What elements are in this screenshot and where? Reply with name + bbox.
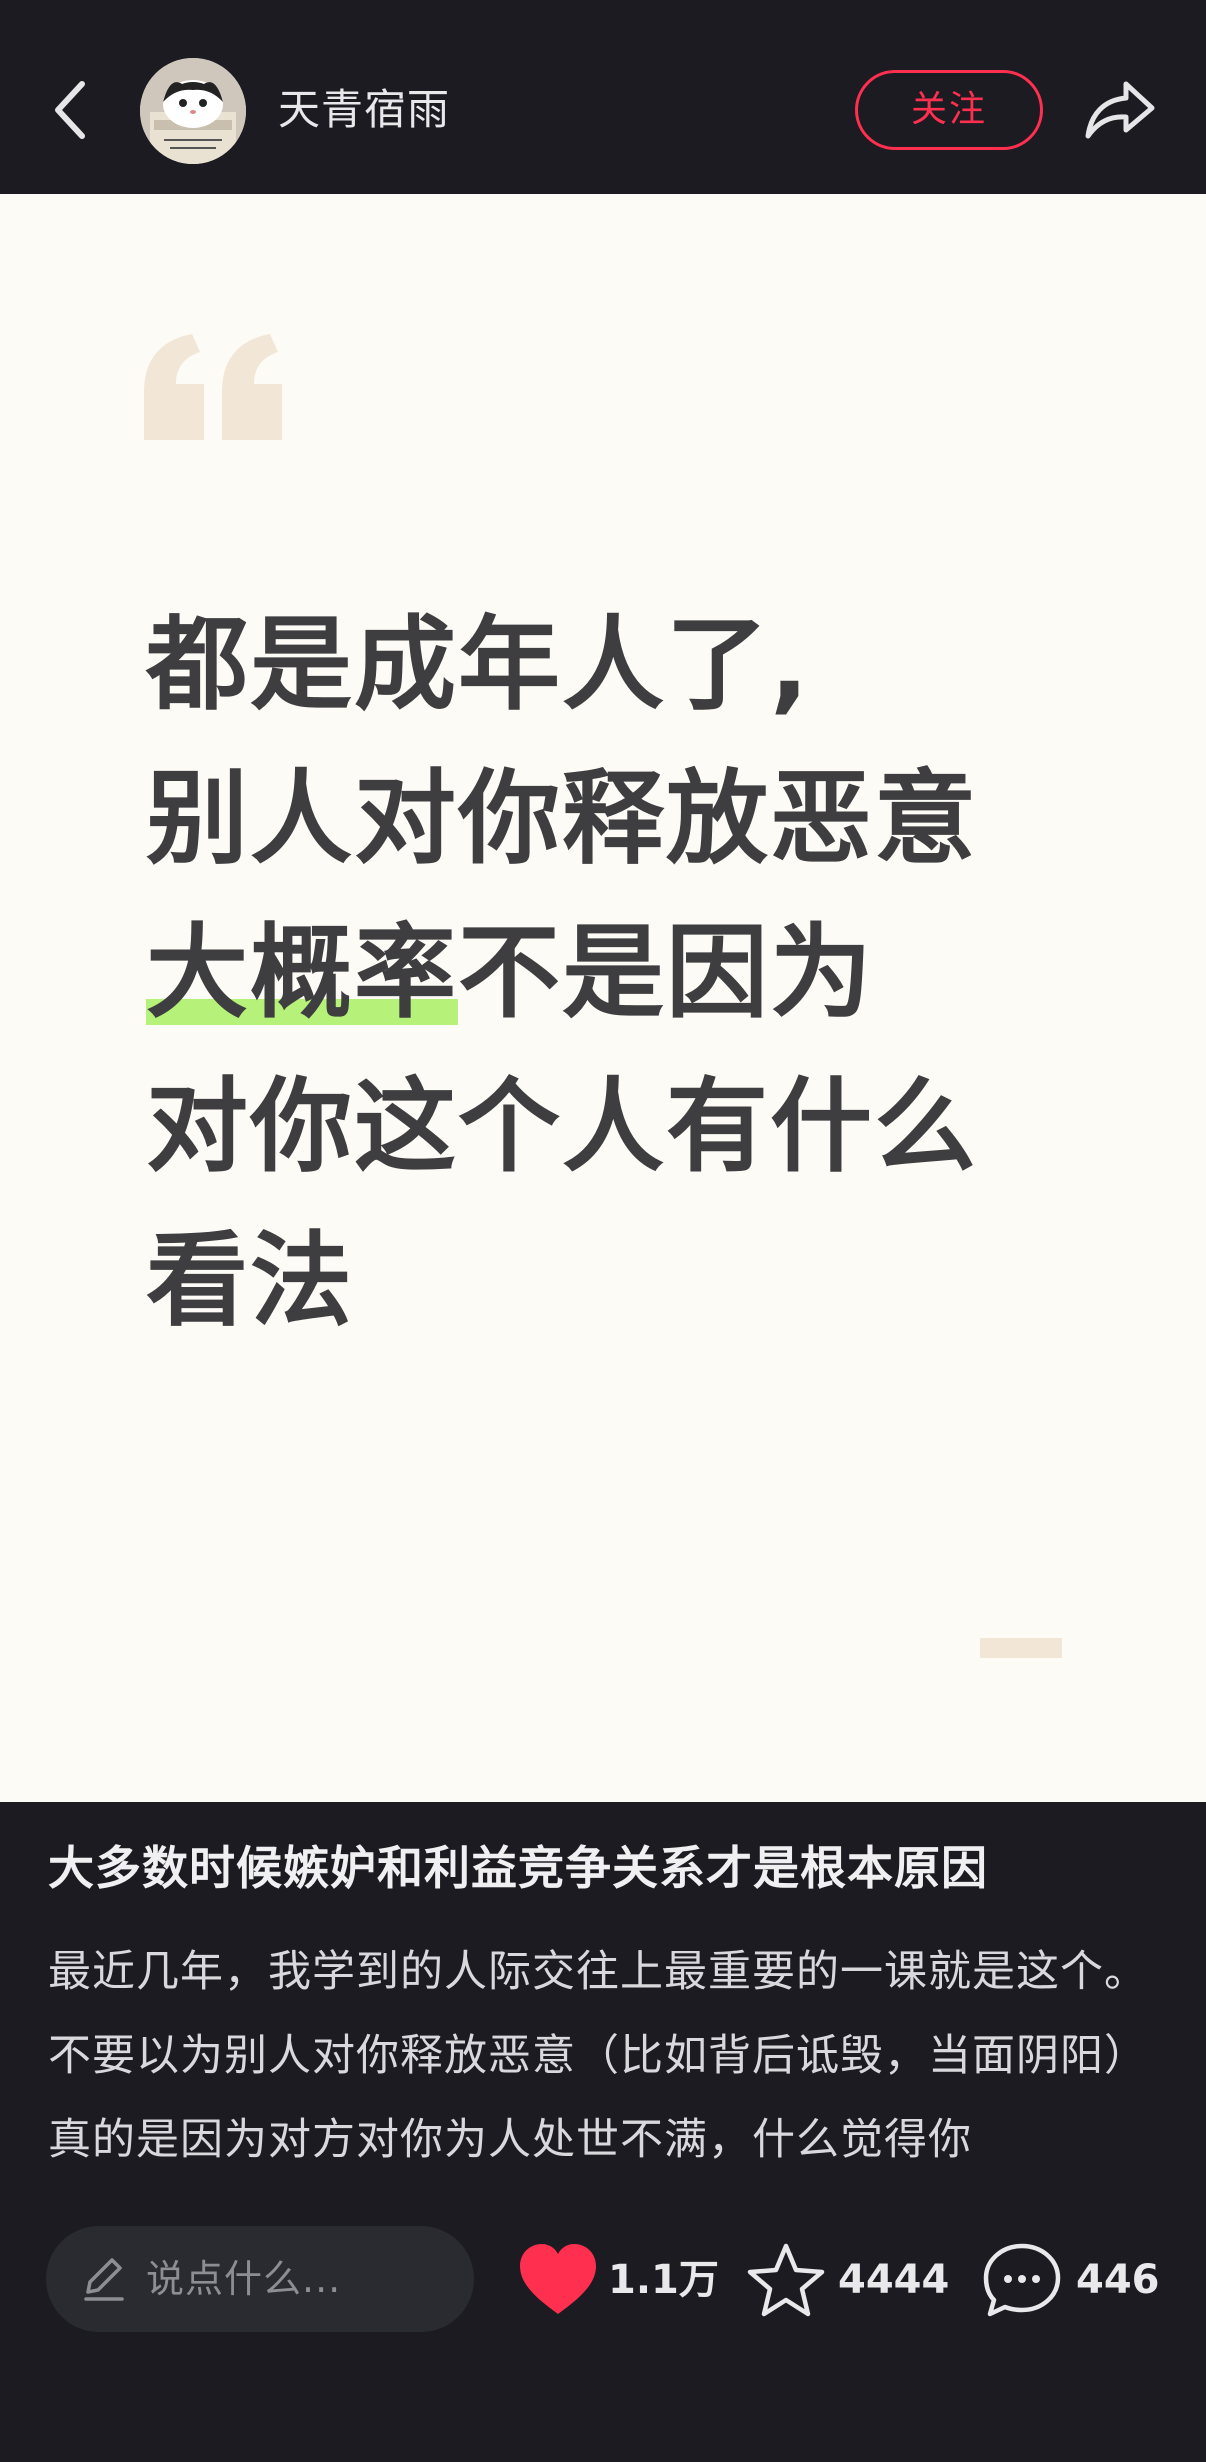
comment-placeholder: 说点什么... [146,2257,342,2301]
quote-icon [144,334,282,440]
comment-input[interactable]: 说点什么... [46,2226,474,2332]
quote-line: 都是成年人了, [146,606,811,725]
like-count: 1.1万 [608,2257,719,2303]
bottom-action-bar: 说点什么... 1.1万 4444 446 [0,2192,1206,2462]
favorite-count: 4444 [838,2257,950,2303]
author-name[interactable]: 天青宿雨 [278,82,450,138]
post-image-card[interactable]: 都是成年人了, 别人对你释放恶意 大概率不是因为 对你这个人有什么 看法 [0,194,1206,1802]
pen-icon [84,2258,124,2301]
like-button[interactable]: 1.1万 [518,2236,719,2324]
share-icon [1085,81,1155,139]
avatar[interactable] [140,58,246,164]
comment-icon [983,2243,1061,2317]
post-title: 大多数时候嫉妒和利益竞争关系才是根本原因 [48,1841,988,1895]
body-paragraph: 不要以为别人对你释放恶意（比如背后诋毁，当面阴阳）真的是因为对方对你为人处世不满… [48,2031,1148,2165]
body-paragraph: 最近几年，我学到的人际交往上最重要的一课就是这个。 [48,1947,1148,1997]
quote-text: 都是成年人了, 别人对你释放恶意 大概率不是因为 对你这个人有什么 看法 [146,589,1106,1359]
highlighted-phrase: 大概率 [146,897,458,1051]
back-icon [55,81,85,139]
end-dash-decoration [980,1638,1062,1658]
comment-count: 446 [1076,2257,1160,2303]
star-icon [747,2243,825,2317]
cat-avatar-image [140,58,246,164]
top-bar: 天青宿雨 关注 [0,0,1206,194]
favorite-button[interactable]: 4444 [746,2236,956,2324]
post-body: 最近几年，我学到的人际交往上最重要的一课就是这个。 不要以为别人对你释放恶意（比… [48,1930,1158,2182]
quote-line: 对你这个人有什么 [146,1068,978,1187]
share-button[interactable] [1080,70,1160,150]
quote-line: 看法 [146,1222,354,1341]
heart-icon [520,2244,596,2314]
follow-button[interactable]: 关注 [855,70,1043,150]
quote-line: 别人对你释放恶意 [146,760,978,879]
post-text-section[interactable]: 大多数时候嫉妒和利益竞争关系才是根本原因 最近几年，我学到的人际交往上最重要的一… [0,1802,1206,2192]
comment-button[interactable]: 446 [982,2236,1182,2324]
quote-line: 大概率不是因为 [146,897,1106,1051]
back-button[interactable] [44,70,100,150]
